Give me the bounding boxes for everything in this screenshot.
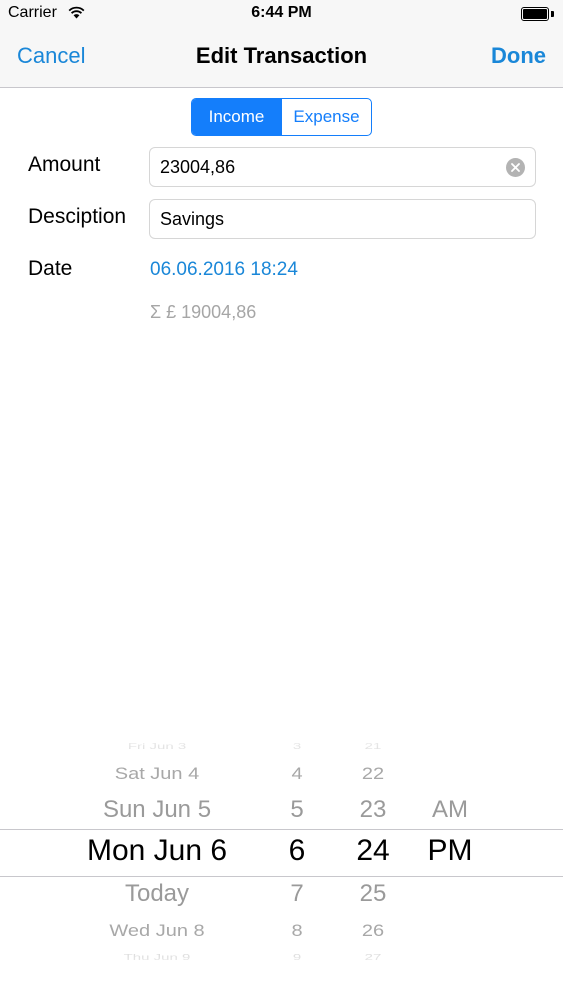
description-label: Desciption (28, 205, 127, 228)
picker-hour-option[interactable]: 3 (274, 742, 320, 750)
picker-minute-selected[interactable]: 24 (346, 836, 400, 866)
cancel-button[interactable]: Cancel (17, 43, 85, 69)
picker-minute-option[interactable]: 22 (346, 766, 400, 783)
picker-ampm-selected[interactable]: PM (412, 836, 488, 866)
clear-circle-icon[interactable] (506, 158, 525, 177)
picker-minute-option[interactable]: 26 (346, 923, 400, 940)
picker-hour-option[interactable]: 8 (274, 923, 320, 940)
amount-field[interactable]: 23004,86 (149, 147, 536, 187)
description-value: Savings (160, 209, 225, 229)
amount-value: 23004,86 (160, 157, 236, 177)
amount-label: Amount (28, 153, 101, 176)
picker-minute-option[interactable]: 25 (346, 882, 400, 906)
picker-hour-option[interactable]: 4 (274, 766, 320, 783)
picker-day-option[interactable]: Fri Jun 3 (62, 742, 252, 750)
picker-ampm-option[interactable]: AM (412, 798, 488, 822)
picker-minute-option[interactable]: 23 (346, 798, 400, 822)
picker-day-selected[interactable]: Mon Jun 6 (62, 836, 252, 866)
expense-segment[interactable]: Expense (281, 99, 371, 135)
picker-hour-option[interactable]: 5 (274, 798, 320, 822)
balance-sum: Σ £ 19004,86 (150, 302, 257, 322)
income-segment[interactable]: Income (192, 99, 281, 135)
description-field[interactable]: Savings (149, 199, 536, 239)
navigation-bar: Cancel Edit Transaction Done (0, 30, 563, 88)
done-button[interactable]: Done (491, 43, 546, 69)
transaction-type-control: Income Expense (191, 98, 372, 136)
picker-hour-option[interactable]: 9 (274, 953, 320, 961)
picker-selection-top-line (0, 829, 563, 830)
status-time: 6:44 PM (251, 4, 312, 21)
picker-selection-bottom-line (0, 876, 563, 877)
date-time-picker[interactable]: Fri Jun 3 Sat Jun 4 Sun Jun 5 Mon Jun 6 … (0, 726, 563, 980)
status-bar: Carrier 6:44 PM (0, 0, 563, 30)
picker-day-option[interactable]: Sun Jun 5 (62, 798, 252, 822)
battery-icon (521, 7, 555, 23)
picker-day-option[interactable]: Thu Jun 9 (62, 953, 252, 961)
date-value[interactable]: 06.06.2016 18:24 (150, 259, 298, 281)
picker-minute-option[interactable]: 27 (346, 953, 400, 961)
picker-hour-option[interactable]: 7 (274, 882, 320, 906)
picker-day-option[interactable]: Wed Jun 8 (62, 923, 252, 940)
picker-minute-option[interactable]: 21 (346, 742, 400, 750)
picker-day-option[interactable]: Today (62, 882, 252, 906)
date-label: Date (28, 257, 73, 280)
picker-hour-selected[interactable]: 6 (274, 836, 320, 866)
picker-day-option[interactable]: Sat Jun 4 (62, 766, 252, 783)
